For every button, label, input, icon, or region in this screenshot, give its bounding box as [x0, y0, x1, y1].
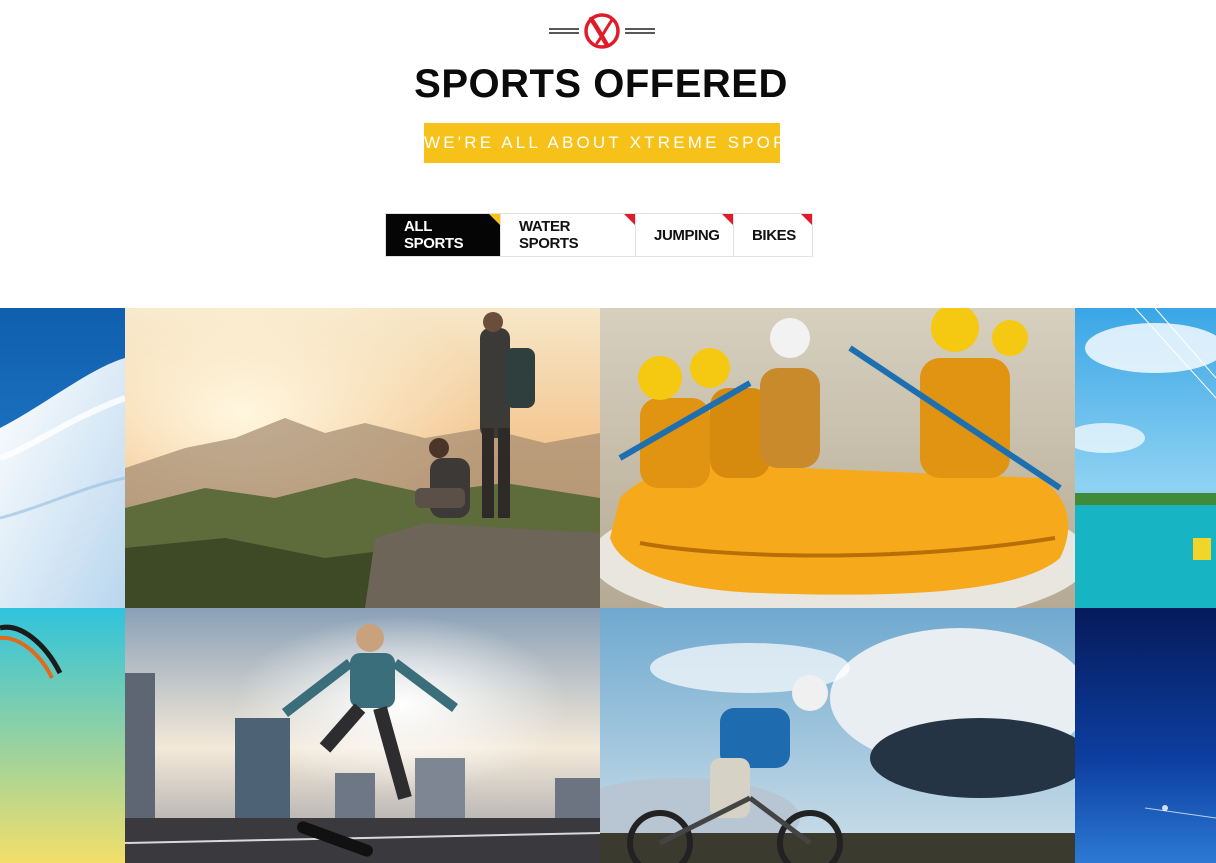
paraglide-sky-photo[interactable]: [0, 608, 125, 863]
filter-tab-water-sports[interactable]: WATER SPORTS: [501, 214, 636, 256]
filter-tab-label: JUMPING: [654, 226, 720, 244]
skateboard-jump-photo[interactable]: [125, 608, 600, 863]
corner-triangle-icon: [489, 214, 500, 225]
snowboard-photo[interactable]: [0, 308, 125, 608]
filter-tab-label: WATER SPORTS: [519, 218, 579, 252]
filter-tab-bikes[interactable]: BIKES: [734, 214, 812, 256]
corner-triangle-icon: [801, 214, 812, 225]
filter-tab-all-sports[interactable]: ALL SPORTS: [386, 214, 501, 256]
corner-triangle-icon: [722, 214, 733, 225]
kitesurf-beach-photo[interactable]: [1075, 308, 1216, 608]
white-water-rafting-photo[interactable]: [600, 308, 1075, 608]
page-title: SPORTS OFFERED: [414, 62, 788, 106]
subtitle-badge: WE'RE ALL ABOUT XTREME SPORTS: [424, 123, 813, 163]
xtreme-x-logo-icon: [549, 13, 655, 51]
filter-tab-label: ALL SPORTS: [404, 218, 464, 252]
filter-tab-jumping[interactable]: JUMPING: [636, 214, 734, 256]
corner-triangle-icon: [624, 214, 635, 225]
sports-filter-bar: ALL SPORTS WATER SPORTS JUMPING BIKES: [385, 213, 813, 257]
section-header: SPORTS OFFERED WE'RE ALL ABOUT XTREME SP…: [0, 0, 1216, 300]
filter-tab-label: BIKES: [752, 226, 796, 244]
mountain-bike-photo[interactable]: [600, 608, 1075, 863]
night-sky-kite-photo[interactable]: [1075, 608, 1216, 863]
hiking-couple-photo[interactable]: [125, 308, 600, 608]
sports-gallery: [0, 308, 1216, 863]
